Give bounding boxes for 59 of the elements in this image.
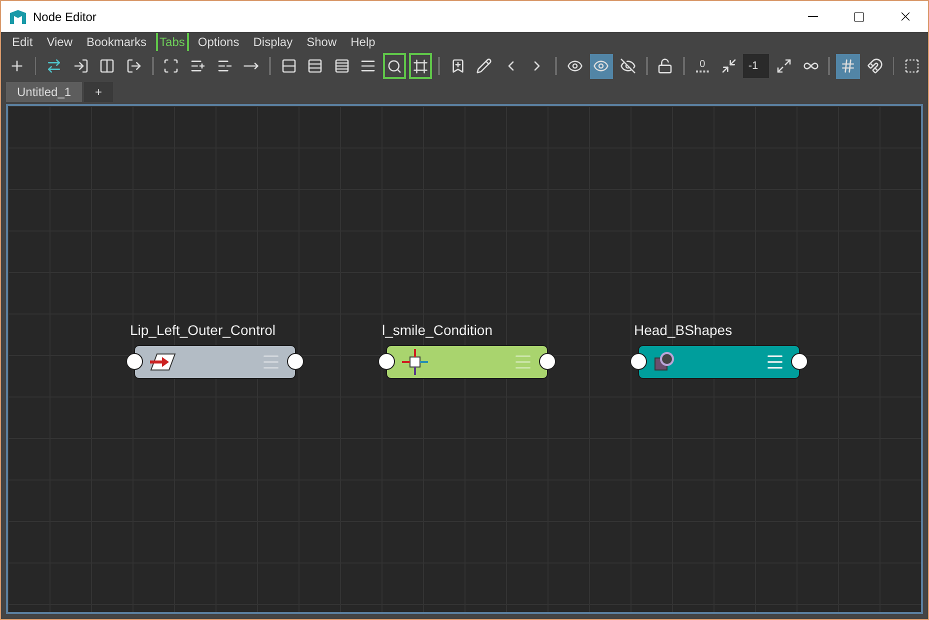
node-body[interactable] xyxy=(134,345,296,379)
search-icon xyxy=(387,58,402,74)
unlock-icon xyxy=(657,58,674,74)
zero-button[interactable]: 0 xyxy=(691,54,714,78)
output-port[interactable] xyxy=(287,353,304,370)
move-arrows-icon xyxy=(401,348,429,376)
arrows-out-icon xyxy=(776,58,792,74)
eye-icon xyxy=(593,58,610,74)
arrows-in-icon xyxy=(720,58,737,74)
search-button[interactable] xyxy=(383,53,406,79)
rows-icon xyxy=(280,58,297,74)
input-port[interactable] xyxy=(630,353,647,370)
grid-icon xyxy=(840,58,856,74)
node-title: Lip_Left_Outer_Control xyxy=(130,321,276,340)
window-title: Node Editor xyxy=(33,8,96,26)
frame-icon xyxy=(412,58,428,74)
magnet-icon xyxy=(866,58,883,74)
frame-button[interactable] xyxy=(409,53,432,79)
bookmark-plus-icon xyxy=(450,58,466,74)
frame-out-icon xyxy=(126,58,142,74)
node-title: Head_BShapes xyxy=(634,321,732,340)
rows-icon xyxy=(360,58,376,74)
frame-both-icon xyxy=(99,58,116,74)
plus-icon xyxy=(8,58,25,74)
tab[interactable]: Untitled_1 xyxy=(6,82,82,102)
pencil-icon xyxy=(476,58,492,74)
select-frame-icon xyxy=(163,58,180,74)
swap-arrows-icon xyxy=(46,58,62,74)
node-body[interactable] xyxy=(386,345,548,379)
node-canvas[interactable]: Lip_Left_Outer_Control l_smile_Condition Head_BShapes xyxy=(6,104,923,614)
remove-from-list-icon xyxy=(216,58,233,74)
add-to-list-icon xyxy=(190,58,206,74)
frame-in-icon xyxy=(72,58,89,74)
rows-icon xyxy=(307,58,324,74)
eye-off-icon xyxy=(620,58,636,74)
eye-button[interactable] xyxy=(590,54,614,78)
menu-item[interactable]: Help xyxy=(346,33,380,51)
tab[interactable]: + xyxy=(84,82,114,102)
menu-item[interactable]: Edit xyxy=(7,33,38,51)
minimize-icon xyxy=(808,16,818,17)
number-field[interactable]: -1 xyxy=(743,54,770,78)
rows-icon xyxy=(334,58,350,74)
input-port[interactable] xyxy=(126,353,143,370)
node-body[interactable] xyxy=(638,345,800,379)
menu-item[interactable]: Bookmarks xyxy=(81,33,152,51)
dotted-line-icon xyxy=(696,70,709,72)
output-port[interactable] xyxy=(791,353,808,370)
menu-item[interactable]: Show xyxy=(302,33,342,51)
menu-item[interactable]: Options xyxy=(192,33,244,51)
transform-arrow-icon xyxy=(149,352,177,372)
maximize-icon xyxy=(853,10,865,22)
input-port[interactable] xyxy=(378,353,395,370)
app-logo-icon xyxy=(9,8,27,24)
menu-item[interactable]: Display xyxy=(248,33,298,51)
node-title: l_smile_Condition xyxy=(382,321,493,340)
eye-icon xyxy=(566,58,583,74)
dashed-square-icon xyxy=(904,58,920,74)
output-port[interactable] xyxy=(539,353,556,370)
menu-item[interactable]: View xyxy=(42,33,78,51)
